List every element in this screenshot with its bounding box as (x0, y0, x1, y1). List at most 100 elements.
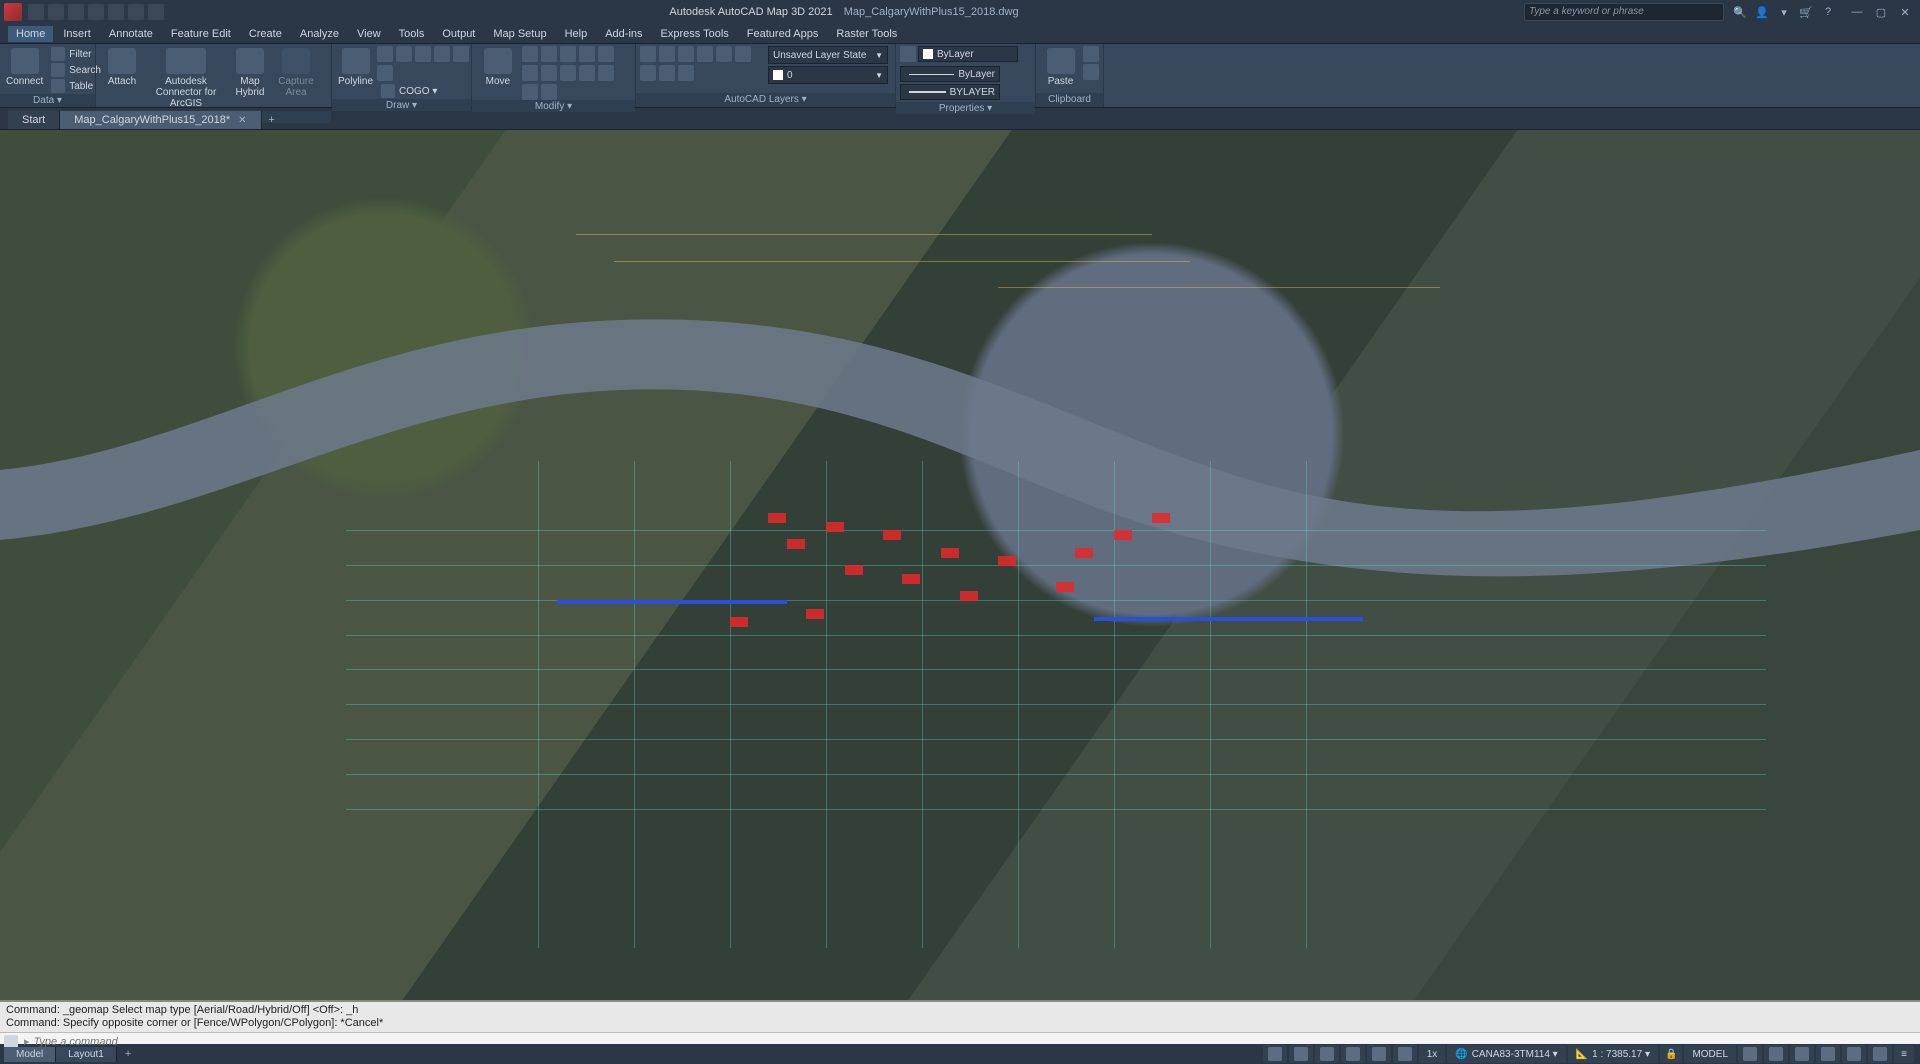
menu-map-setup[interactable]: Map Setup (485, 26, 554, 42)
arcgis-connector-button[interactable]: Autodesk Connector for ArcGIS (146, 46, 226, 111)
add-layout-button[interactable]: + (117, 1046, 139, 1062)
extend-icon[interactable] (560, 46, 576, 62)
panel-label-draw[interactable]: Draw ▾ (332, 99, 471, 111)
arc-icon[interactable] (415, 46, 431, 62)
infocenter-search[interactable]: Type a keyword or phrase (1524, 3, 1724, 21)
cogo-button[interactable]: COGO ▾ (377, 83, 469, 99)
menu-addins[interactable]: Add-ins (597, 26, 650, 42)
menu-express-tools[interactable]: Express Tools (653, 26, 737, 42)
cut-icon[interactable] (1083, 46, 1099, 62)
status-grid-icon[interactable] (1289, 1045, 1313, 1063)
connect-button[interactable]: Connect (4, 46, 45, 89)
menu-create[interactable]: Create (241, 26, 290, 42)
scale-icon[interactable] (598, 65, 614, 81)
menu-output[interactable]: Output (434, 26, 483, 42)
line-icon[interactable] (377, 46, 393, 62)
copy-clip-icon[interactable] (1083, 64, 1099, 80)
status-lock-icon[interactable]: 🔒 (1660, 1045, 1682, 1063)
qat-plot-icon[interactable] (108, 4, 124, 20)
minimize-button[interactable]: — (1846, 4, 1868, 20)
map-hybrid-button[interactable]: Map Hybrid (228, 46, 272, 100)
status-gizmo-icon[interactable] (1738, 1045, 1762, 1063)
menu-help[interactable]: Help (557, 26, 596, 42)
move-button[interactable]: Move (476, 46, 520, 89)
doctab-start[interactable]: Start (8, 111, 60, 129)
menu-raster-tools[interactable]: Raster Tools (828, 26, 905, 42)
status-quick-icon[interactable] (1816, 1045, 1840, 1063)
rect-icon[interactable] (434, 46, 450, 62)
status-osnap-icon[interactable] (1393, 1045, 1417, 1063)
color-dropdown[interactable]: ByLayer (918, 46, 1018, 62)
maximize-button[interactable]: ▢ (1870, 4, 1892, 20)
tab-model[interactable]: Model (4, 1047, 56, 1062)
status-coord-system[interactable]: 🌐 CANA83-3TM114 ▾ (1447, 1045, 1565, 1063)
status-scale[interactable]: 📐 1 : 7385.17 ▾ (1568, 1045, 1658, 1063)
panel-label-layers[interactable]: AutoCAD Layers ▾ (636, 93, 895, 107)
drawing-viewport[interactable] (0, 130, 1920, 1000)
circle-icon[interactable] (396, 46, 412, 62)
signin-icon[interactable]: 👤 (1754, 4, 1770, 20)
menu-feature-edit[interactable]: Feature Edit (163, 26, 239, 42)
menu-analyze[interactable]: Analyze (292, 26, 347, 42)
polyline-button[interactable]: Polyline (336, 46, 375, 89)
layer-state-dropdown[interactable]: Unsaved Layer State▼ (768, 46, 888, 64)
trim-icon[interactable] (541, 46, 557, 62)
offset-icon[interactable] (541, 84, 557, 100)
status-ortho-icon[interactable] (1341, 1045, 1365, 1063)
array-icon[interactable] (522, 65, 538, 81)
layer-props-icon[interactable] (640, 46, 656, 62)
hatch-icon[interactable] (377, 65, 393, 81)
fillet-icon[interactable] (598, 46, 614, 62)
status-custom-icon[interactable]: ≡ (1894, 1045, 1914, 1063)
erase-icon[interactable] (541, 65, 557, 81)
mirror-icon[interactable] (579, 46, 595, 62)
app-logo-icon[interactable] (4, 3, 22, 21)
status-hw-icon[interactable] (1842, 1045, 1866, 1063)
layer-lock-icon[interactable] (697, 46, 713, 62)
layer-off-icon[interactable] (659, 46, 675, 62)
attach-button[interactable]: Attach (100, 46, 144, 89)
menu-featured-apps[interactable]: Featured Apps (739, 26, 827, 42)
qat-saveas-icon[interactable] (88, 4, 104, 20)
status-polar-icon[interactable] (1367, 1045, 1391, 1063)
matchprop-icon[interactable] (900, 46, 916, 62)
qat-undo-icon[interactable] (128, 4, 144, 20)
status-mode[interactable]: MODEL (1684, 1045, 1736, 1063)
stretch-icon[interactable] (579, 65, 595, 81)
status-iso-icon[interactable] (1764, 1045, 1788, 1063)
layer-dropdown[interactable]: 0▼ (768, 66, 888, 84)
panel-label-data[interactable]: Data ▾ (0, 94, 95, 107)
status-snap-icon[interactable] (1315, 1045, 1339, 1063)
qat-save-icon[interactable] (68, 4, 84, 20)
explode-icon[interactable] (522, 84, 538, 100)
close-button[interactable]: ✕ (1894, 4, 1916, 20)
qat-open-icon[interactable] (48, 4, 64, 20)
qat-new-icon[interactable] (28, 4, 44, 20)
panel-label-modify[interactable]: Modify ▾ (472, 100, 635, 112)
tab-layout1[interactable]: Layout1 (56, 1047, 117, 1062)
menu-annotate[interactable]: Annotate (101, 26, 161, 42)
layer-prev-icon[interactable] (640, 65, 656, 81)
help-icon[interactable]: ? (1820, 4, 1836, 20)
copy-icon[interactable] (560, 65, 576, 81)
paste-button[interactable]: Paste (1040, 46, 1081, 89)
ellipse-icon[interactable] (453, 46, 469, 62)
panel-label-properties[interactable]: Properties ▾ (896, 102, 1035, 114)
layer-make-icon[interactable] (716, 46, 732, 62)
qat-redo-icon[interactable] (148, 4, 164, 20)
layer-match-icon[interactable] (735, 46, 751, 62)
add-tab-button[interactable]: + (262, 111, 282, 129)
close-tab-icon[interactable]: ✕ (238, 115, 246, 126)
menu-home[interactable]: Home (8, 26, 53, 42)
status-modelspace-icon[interactable] (1263, 1045, 1287, 1063)
linetype-dropdown[interactable]: ByLayer (900, 66, 1000, 82)
rotate-icon[interactable] (522, 46, 538, 62)
lineweight-dropdown[interactable]: BYLAYER (900, 84, 1000, 100)
cart-icon[interactable]: 🛒 (1798, 4, 1814, 20)
layer-uniso-icon[interactable] (678, 65, 694, 81)
menu-insert[interactable]: Insert (55, 26, 99, 42)
a360-icon[interactable]: ▾ (1776, 4, 1792, 20)
doctab-file[interactable]: Map_CalgaryWithPlus15_2018*✕ (60, 111, 261, 129)
menu-tools[interactable]: Tools (391, 26, 433, 42)
status-units-icon[interactable] (1790, 1045, 1814, 1063)
